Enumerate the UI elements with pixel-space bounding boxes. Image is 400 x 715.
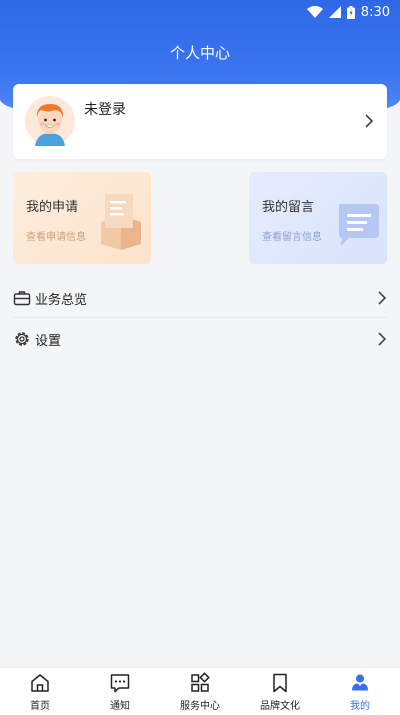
profile-card[interactable]: 未登录 <box>13 84 387 159</box>
page-title: 个人中心 <box>169 44 230 62</box>
gear-icon <box>15 332 29 346</box>
quick-card-subtitle: 查看留言信息 <box>262 232 322 243</box>
menu-item-label: 设置 <box>35 333 62 349</box>
bookmark-icon <box>273 673 287 693</box>
wifi-icon <box>306 6 323 18</box>
chevron-right-icon <box>378 291 387 305</box>
menu-item-label: 业务总览 <box>35 292 88 308</box>
my-message-card[interactable]: 我的留言 查看留言信息 <box>249 172 387 264</box>
menu-item-settings[interactable]: 设置 <box>13 320 387 358</box>
signal-icon <box>328 6 341 18</box>
user-icon <box>352 674 368 691</box>
chat-bubble-icon <box>339 204 379 246</box>
tab-label: 首页 <box>30 701 50 712</box>
quick-card-title: 我的申请 <box>26 200 79 215</box>
chevron-right-icon <box>378 332 387 346</box>
tab-brand-culture[interactable]: 品牌文化 <box>240 668 320 715</box>
tab-label: 品牌文化 <box>260 701 300 712</box>
login-status: 未登录 <box>84 102 126 118</box>
tab-label: 服务中心 <box>180 701 220 712</box>
message-icon <box>110 674 130 693</box>
divider <box>13 317 387 318</box>
avatar <box>25 96 75 146</box>
tab-label: 通知 <box>110 701 130 712</box>
chevron-right-icon <box>365 114 374 128</box>
tab-mine[interactable]: 我的 <box>320 668 400 715</box>
quick-card-subtitle: 查看申请信息 <box>26 232 86 243</box>
tab-service-center[interactable]: 服务中心 <box>160 668 240 715</box>
grid-icon <box>191 672 210 692</box>
battery-icon <box>346 5 355 19</box>
tab-home[interactable]: 首页 <box>0 668 80 715</box>
status-bar: 8:30 <box>0 0 400 24</box>
tab-label: 我的 <box>350 701 370 712</box>
briefcase-icon <box>13 291 31 306</box>
document-box-icon <box>101 194 141 250</box>
quick-card-title: 我的留言 <box>262 200 315 215</box>
status-time: 8:30 <box>360 4 390 20</box>
home-icon <box>31 674 49 692</box>
my-application-card[interactable]: 我的申请 查看申请信息 <box>13 172 151 264</box>
bottom-tab-bar: 首页 通知 服务中心 品牌文化 我的 <box>0 667 400 715</box>
tab-notifications[interactable]: 通知 <box>80 668 160 715</box>
menu-item-business-overview[interactable]: 业务总览 <box>13 279 387 317</box>
